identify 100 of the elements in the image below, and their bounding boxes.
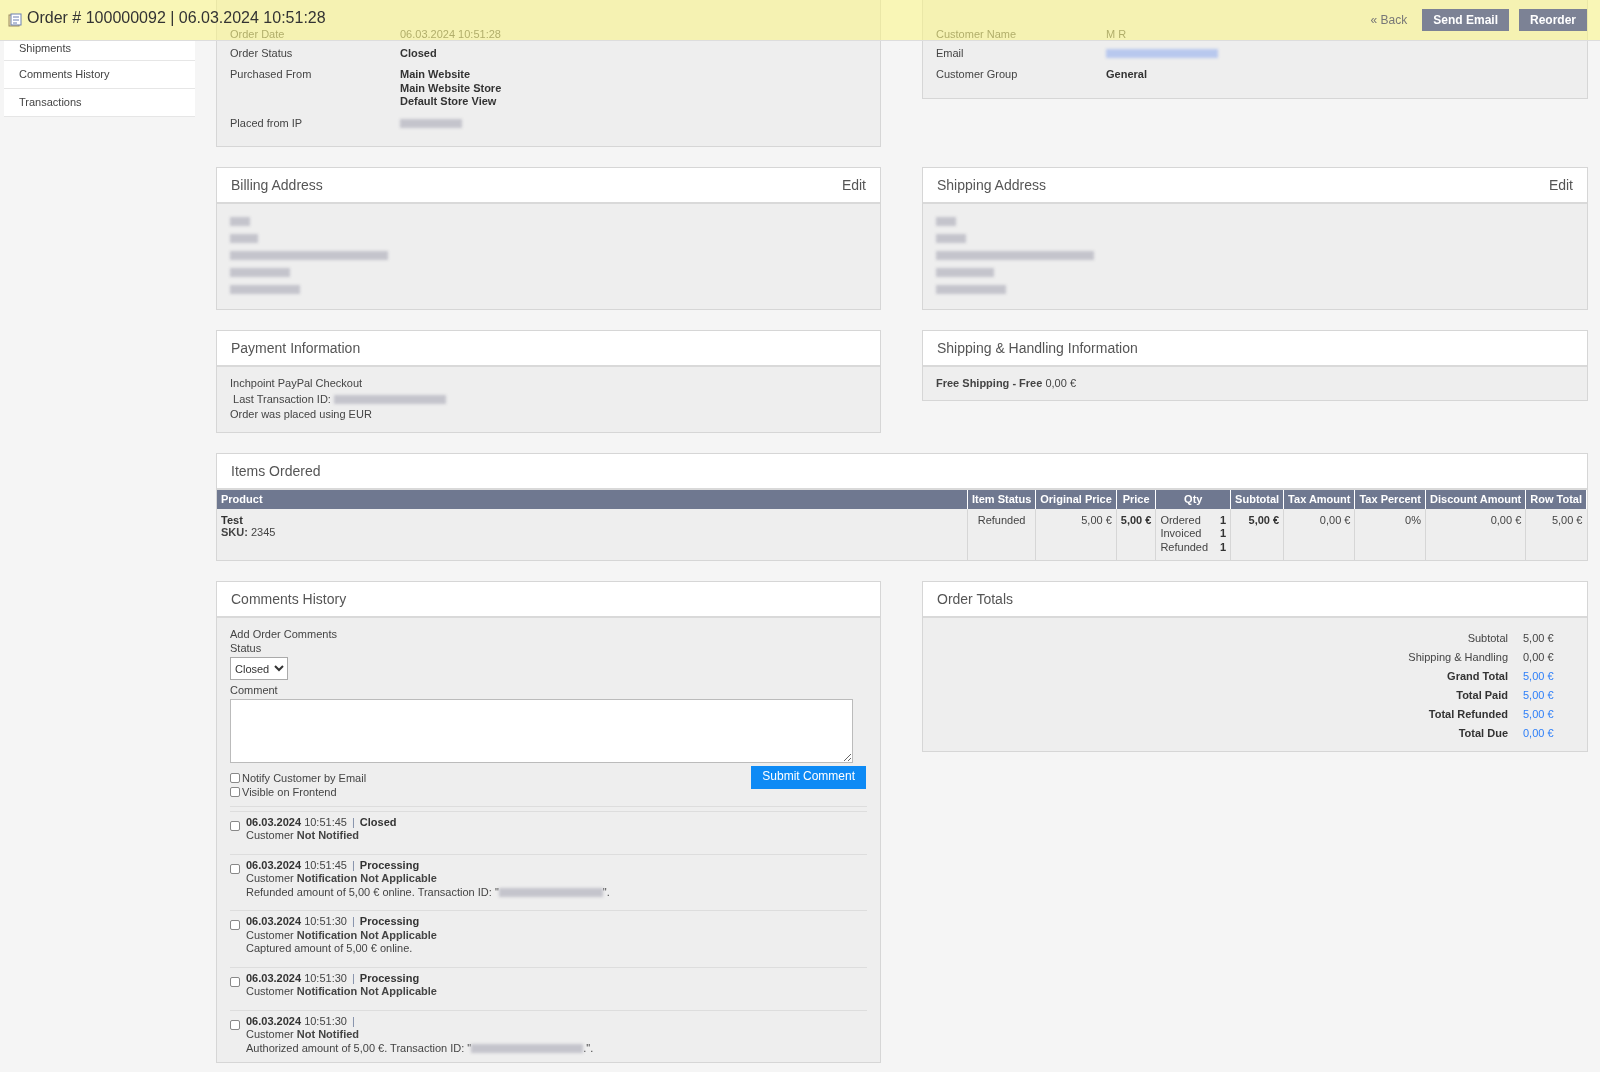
comment-time: 10:51:45 xyxy=(304,815,347,828)
redacted-text xyxy=(936,284,1006,294)
field-label: Last Transaction ID: xyxy=(233,392,331,405)
checkbox[interactable] xyxy=(230,1019,240,1030)
notification-status: Customer Not Notified xyxy=(246,1028,361,1042)
comment-status: Processing xyxy=(359,858,420,871)
edit-link[interactable]: Edit xyxy=(841,177,866,193)
separator: | xyxy=(351,1014,355,1027)
checkbox[interactable] xyxy=(230,976,240,987)
total-value: 5,00 € xyxy=(1523,631,1555,645)
currency-note: Order was placed using EUR xyxy=(230,407,373,422)
page-title: Order # 100000092 | 06.03.2024 10:51:28 xyxy=(27,10,326,26)
field-label: Order Date xyxy=(230,28,286,42)
table-cell: 0,00 € xyxy=(1425,508,1526,560)
sidebar-item[interactable]: Comments History xyxy=(4,61,195,89)
field-value: Main Website xyxy=(400,68,471,82)
section-title: Items Ordered xyxy=(231,462,321,479)
shipping-method: Free Shipping - Free 0,00 € xyxy=(936,376,1077,391)
form-title: Add Order Comments xyxy=(230,628,338,642)
notification-status: Customer Notification Not Applicable xyxy=(246,985,437,999)
comment-status: Processing xyxy=(359,915,420,927)
field-label: Customer Group xyxy=(936,68,1019,82)
field-value: General xyxy=(1106,68,1147,82)
qty-value: 1 xyxy=(1219,513,1227,527)
comment-date: 06.03.2024 xyxy=(246,858,302,871)
field-label: Status xyxy=(230,641,263,655)
comment-text: Refunded amount of 5,00 € online. Transaction ID: " xyxy=(246,885,499,898)
total-value: 5,00 € xyxy=(1523,707,1555,721)
status-select[interactable]: Closed xyxy=(230,657,288,680)
comment-date: 06.03.2024 xyxy=(246,915,302,927)
qty-value: 1 xyxy=(1219,540,1227,554)
redacted-text xyxy=(400,119,462,129)
section-title: Shipping Address xyxy=(937,177,1046,193)
field-value: 06.03.2024 10:51:28 xyxy=(400,28,501,42)
notification-status: Customer Notification Not Applicable xyxy=(246,928,437,942)
comment-date: 06.03.2024 xyxy=(246,971,302,984)
qty-label: Invoiced xyxy=(1160,527,1203,541)
redacted-text xyxy=(230,233,258,243)
table-cell: 0,00 € xyxy=(1283,508,1355,560)
comment-text: ". xyxy=(602,885,610,898)
redacted-text xyxy=(936,233,966,243)
qty-label: Refunded xyxy=(1160,540,1209,554)
comment-text: Authorized amount of 5,00 €. Transaction ID: " xyxy=(246,1041,472,1054)
total-label: Total Refunded xyxy=(1427,707,1508,721)
separator: | xyxy=(351,815,355,828)
document-icon xyxy=(8,13,22,27)
total-label: Total Due xyxy=(1457,726,1508,740)
table-cell: 5,00 € xyxy=(1525,508,1587,560)
total-label: Shipping & Handling xyxy=(1407,650,1508,664)
redacted-text xyxy=(936,216,956,226)
total-label: Grand Total xyxy=(1446,669,1508,683)
product-sku: SKU: 2345 xyxy=(221,525,277,538)
total-label: Subtotal xyxy=(1466,631,1508,645)
separator: | xyxy=(351,915,355,927)
field-label: Order Status xyxy=(230,46,294,60)
qty-value: 1 xyxy=(1219,527,1227,541)
section-title: Payment Information xyxy=(231,340,361,356)
comment-time: 10:51:30 xyxy=(304,971,347,984)
sidebar-item[interactable]: Transactions xyxy=(4,89,195,117)
separator: | xyxy=(351,858,355,871)
field-label: Comment xyxy=(230,684,279,698)
field-value: Closed xyxy=(400,46,437,60)
total-value: 0,00 € xyxy=(1523,650,1555,664)
edit-link[interactable]: Edit xyxy=(1548,177,1573,193)
comment-status: Closed xyxy=(359,815,397,828)
total-value: 5,00 € xyxy=(1523,669,1555,683)
redacted-text xyxy=(936,267,994,277)
header-button[interactable]: Send Email xyxy=(1422,9,1509,31)
redacted-text xyxy=(230,267,290,277)
checkbox[interactable] xyxy=(230,820,240,831)
field-value: Main Website Store xyxy=(400,81,502,95)
redacted-text xyxy=(230,284,300,294)
redacted-text xyxy=(230,216,250,226)
qty-label: Ordered xyxy=(1160,513,1202,527)
separator: | xyxy=(351,971,355,984)
section-title: Comments History xyxy=(231,591,347,607)
product-name: Test xyxy=(221,513,244,526)
notification-status: Customer Not Notified xyxy=(246,829,361,843)
comment-text: Captured amount of 5,00 € online. xyxy=(246,942,413,954)
total-label: Total Paid xyxy=(1455,688,1508,702)
table-cell: 5,00 € xyxy=(1035,508,1117,560)
total-value: 0,00 € xyxy=(1523,726,1555,740)
field-label: Purchased From xyxy=(230,68,313,82)
table-cell: 5,00 € xyxy=(1230,508,1284,560)
comment-status: Processing xyxy=(359,971,420,984)
field-label: Email xyxy=(936,46,965,60)
sidebar-item[interactable]: Shipments xyxy=(4,41,195,61)
checkbox[interactable] xyxy=(230,920,240,930)
checkbox[interactable] xyxy=(230,786,240,797)
checkbox[interactable] xyxy=(230,772,240,783)
back-link[interactable]: « Back xyxy=(1370,13,1408,27)
checkbox[interactable] xyxy=(230,863,240,874)
comment-date: 06.03.2024 xyxy=(246,815,302,828)
comment-field[interactable] xyxy=(230,698,853,763)
field-label: Customer Name xyxy=(936,28,1018,42)
section-title: Billing Address xyxy=(231,177,323,193)
section-title: Order Totals xyxy=(937,591,1013,607)
comment-time: 10:51:30 xyxy=(304,915,347,927)
header-button[interactable]: Reorder xyxy=(1519,9,1587,31)
submit-button[interactable]: Submit Comment xyxy=(751,765,866,789)
